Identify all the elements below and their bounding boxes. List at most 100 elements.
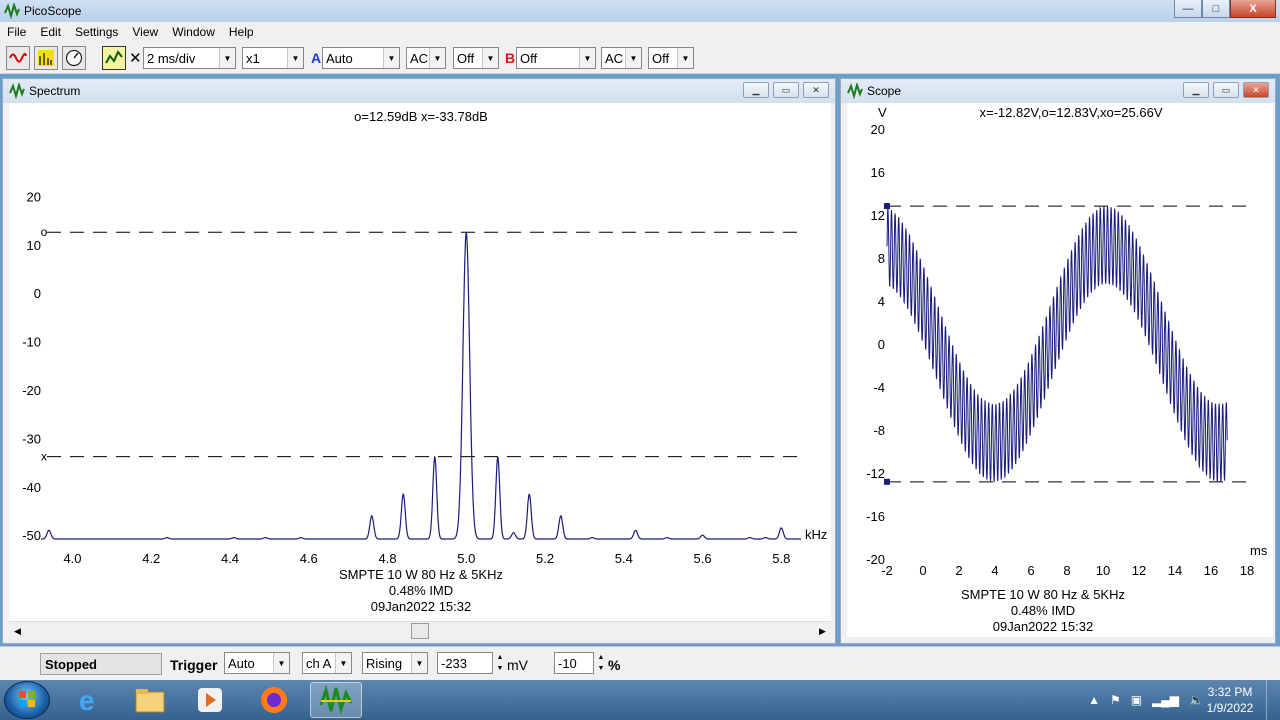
scope-chart[interactable]: V x=-12.82V,o=12.83V,xo=25.66V 201612840…	[847, 103, 1273, 637]
menu-settings[interactable]: Settings	[68, 25, 125, 39]
show-hidden-icons-icon[interactable]: ▲	[1088, 693, 1100, 707]
channel-a-range-value: Auto	[326, 50, 353, 66]
spin-up-icon[interactable]: ▲	[497, 652, 504, 663]
multiplier-select[interactable]: x1 ▼	[242, 47, 304, 69]
menu-window[interactable]: Window	[165, 25, 222, 39]
scope-x-tick-label: 16	[1204, 563, 1218, 578]
pre-trigger-unit: %	[608, 657, 621, 673]
channel-a-offset-value: Off	[457, 50, 475, 66]
channel-a-coupling-select[interactable]: AC ▼	[406, 47, 446, 69]
channel-b-offset-value: Off	[652, 50, 670, 66]
start-button[interactable]	[4, 681, 50, 719]
firefox-glyph	[261, 687, 287, 713]
menu-file[interactable]: File	[0, 25, 33, 39]
show-desktop-button[interactable]	[1266, 680, 1280, 720]
autosetup-button[interactable]	[102, 46, 126, 70]
system-tray: ▲ ⚑ ▣ ▂▄▆ 🔈	[1088, 680, 1204, 720]
timebase-value: 2 ms/div	[147, 50, 196, 66]
ie-glyph: e	[79, 685, 95, 715]
pre-trigger-spinner[interactable]: ▲ ▼	[596, 652, 606, 674]
action-center-flag-icon[interactable]: ⚑	[1110, 693, 1121, 707]
spectrum-x-tick-label: 4.2	[142, 551, 160, 566]
channel-b-offset-select[interactable]: Off ▼	[648, 47, 694, 69]
scope-close-button[interactable]: ✕	[1243, 82, 1269, 98]
spectrum-chart[interactable]: o=12.59dB x=-33.78dB 20 10 0 -10 -20 -30 -40 -5…	[9, 103, 831, 625]
picoscope-glyph	[319, 685, 353, 715]
channel-b-range-select[interactable]: Off ▼	[516, 47, 596, 69]
close-button[interactable]: X	[1230, 0, 1276, 18]
channel-b-coupling-select[interactable]: AC ▼	[601, 47, 642, 69]
scope-minimize-button[interactable]: ▁	[1183, 82, 1209, 98]
minimize-button[interactable]: —	[1174, 0, 1202, 18]
pre-trigger-input[interactable]: -10	[554, 652, 594, 674]
scope-maximize-button[interactable]: ▭	[1213, 82, 1239, 98]
media-player-icon[interactable]	[184, 682, 236, 718]
spectrum-x-tick-label: 5.2	[536, 551, 554, 566]
spectrum-x-tick-label: 4.6	[300, 551, 318, 566]
spectrum-x-tick-label: 5.4	[615, 551, 633, 566]
meter-mode-button[interactable]	[62, 46, 86, 70]
trigger-level-unit: mV	[507, 657, 528, 673]
spin-down-icon[interactable]: ▼	[598, 663, 605, 674]
spectrum-plot-area[interactable]: o=12.59dB x=-33.78dB 20 10 0 -10 -20 -30 -40 -5…	[9, 103, 831, 625]
spectrum-cursor-x-marker[interactable]: x	[41, 450, 47, 464]
trigger-channel-select[interactable]: ch A ▼	[302, 652, 352, 674]
chevron-down-icon: ▼	[482, 48, 498, 68]
spin-up-icon[interactable]: ▲	[598, 652, 605, 663]
spectrum-x-tick-label: 5.0	[457, 551, 475, 566]
spectrum-minimize-button[interactable]: ▁	[743, 82, 769, 98]
scope-y-axis-unit: V	[878, 105, 887, 120]
spectrum-x-tick-label: 4.8	[378, 551, 396, 566]
spectrum-mode-icon	[38, 50, 54, 66]
network-signal-icon[interactable]: ▂▄▆	[1152, 693, 1179, 707]
maximize-button[interactable]: □	[1202, 0, 1230, 18]
spectrum-x-tick-label: 4.4	[221, 551, 239, 566]
spectrum-y-tick-label: 10	[27, 238, 41, 253]
channel-b-label: B	[505, 50, 516, 66]
picoscope-taskbar-icon[interactable]	[310, 682, 362, 718]
folder-glyph	[135, 689, 165, 713]
scope-cursor-x-marker[interactable]	[884, 478, 890, 485]
spectrum-cursor-readout: o=12.59dB x=-33.78dB	[354, 109, 488, 124]
spectrum-maximize-button[interactable]: ▭	[773, 82, 799, 98]
scope-mode-button[interactable]	[6, 46, 30, 70]
channel-a-offset-select[interactable]: Off ▼	[453, 47, 499, 69]
menu-edit[interactable]: Edit	[33, 25, 68, 39]
trigger-level-spinner[interactable]: ▲ ▼	[495, 652, 505, 674]
channel-b-range-value: Off	[520, 50, 538, 66]
scope-caption-line2: 0.48% IMD	[1011, 603, 1075, 618]
spectrum-mode-button[interactable]	[34, 46, 58, 70]
scope-plot-area[interactable]: V x=-12.82V,o=12.83V,xo=25.66V 20 16 12 8 4 0…	[847, 103, 1273, 637]
scroll-left-arrow-icon[interactable]: ◀	[9, 623, 26, 639]
scroll-thumb[interactable]	[411, 623, 429, 639]
spin-down-icon[interactable]: ▼	[497, 663, 504, 674]
file-explorer-icon[interactable]	[124, 682, 176, 718]
scope-cursor-o-marker[interactable]	[884, 203, 890, 210]
spectrum-close-button[interactable]: ✕	[803, 82, 829, 98]
menu-view[interactable]: View	[125, 25, 165, 39]
internet-explorer-icon[interactable]: e	[64, 682, 116, 718]
scroll-right-arrow-icon[interactable]: ▶	[814, 623, 831, 639]
spectrum-y-tick-label: 0	[34, 286, 41, 301]
scope-y-tick-label: 0	[878, 337, 885, 352]
device-icon[interactable]: ▣	[1131, 693, 1142, 707]
picoscope-app-icon	[4, 3, 20, 19]
firefox-icon[interactable]	[248, 682, 300, 718]
spectrum-window: Spectrum ▁ ▭ ✕ o=12.59dB x=-33.78dB 20 10…	[2, 78, 836, 644]
trigger-channel-value: ch A	[306, 655, 332, 671]
spectrum-horizontal-scrollbar[interactable]: ◀ ▶	[9, 621, 831, 639]
menu-help[interactable]: Help	[222, 25, 261, 39]
trigger-edge-select[interactable]: Rising ▼	[362, 652, 428, 674]
timebase-select[interactable]: 2 ms/div ▼	[143, 47, 236, 69]
spectrum-caption-line1: SMPTE 10 W 80 Hz & 5KHz	[339, 567, 503, 582]
autosetup-icon	[105, 50, 123, 64]
spectrum-cursor-o-marker[interactable]: o	[41, 225, 48, 239]
trigger-mode-select[interactable]: Auto ▼	[224, 652, 290, 674]
spectrum-x-tick-label: 5.6	[694, 551, 712, 566]
spectrum-y-tick-label: -30	[22, 431, 41, 446]
clock[interactable]: 3:32 PM 1/9/2022	[1200, 684, 1260, 716]
close-scope-icon[interactable]: ✕	[129, 49, 142, 67]
channel-a-range-select[interactable]: Auto ▼	[322, 47, 400, 69]
trigger-level-input[interactable]: -233	[437, 652, 493, 674]
multiplier-value: x1	[246, 50, 260, 66]
